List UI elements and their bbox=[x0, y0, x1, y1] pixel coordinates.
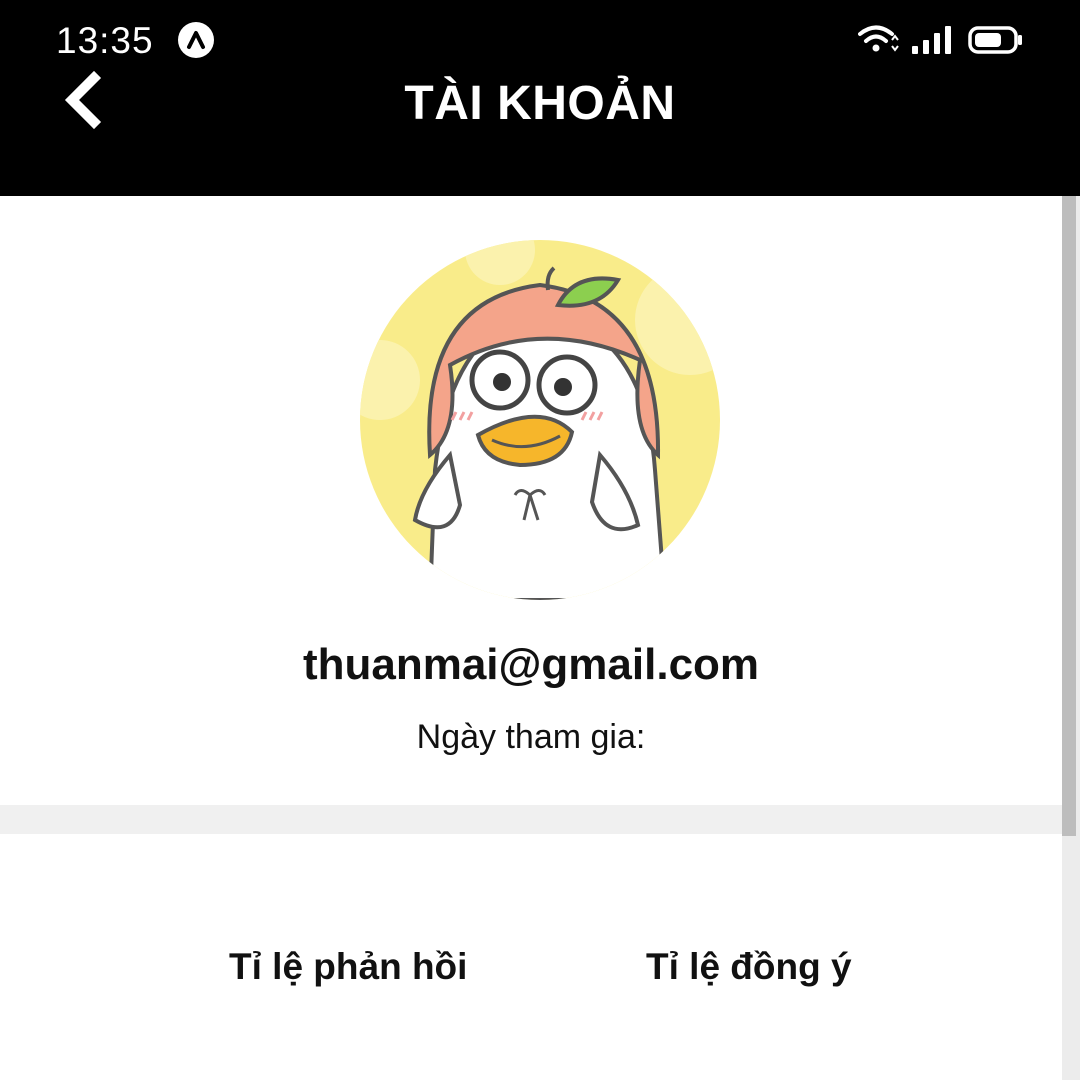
agreement-rate-label: Tỉ lệ đồng ý bbox=[646, 946, 852, 987]
join-date-label: Ngày tham gia: bbox=[416, 718, 646, 756]
app-a-icon bbox=[178, 22, 214, 58]
wifi-icon bbox=[858, 25, 899, 52]
app-header: 13:35 TÀI KHOẢN bbox=[0, 0, 1080, 196]
page-title: TÀI KHOẢN bbox=[404, 77, 676, 130]
signal-icon bbox=[912, 26, 951, 54]
profile-email: thuanmai@gmail.com bbox=[302, 640, 760, 689]
response-rate-label: Tỉ lệ phản hồi bbox=[229, 946, 468, 987]
avatar[interactable] bbox=[360, 240, 720, 600]
battery-icon bbox=[968, 26, 1022, 54]
status-time: 13:35 bbox=[56, 20, 154, 61]
status-icons bbox=[858, 22, 1028, 58]
scrollbar-thumb[interactable] bbox=[1062, 196, 1076, 836]
section-divider bbox=[0, 805, 1062, 834]
